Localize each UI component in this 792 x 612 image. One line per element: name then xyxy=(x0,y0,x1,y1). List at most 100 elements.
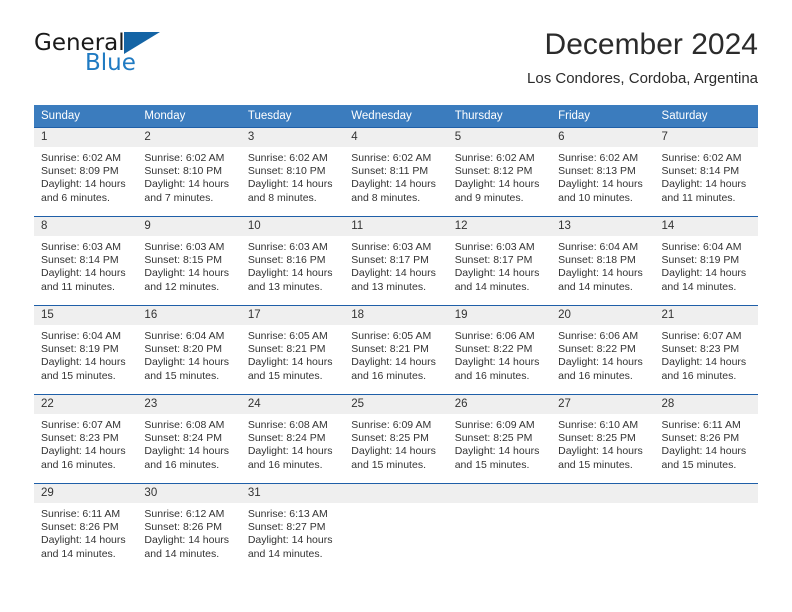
calendar-cell-day[interactable]: 2 Sunrise: 6:02 AM Sunset: 8:10 PM Daylight… xyxy=(137,127,241,216)
day-number: 28 xyxy=(654,395,758,414)
sunset-text: Sunset: 8:15 PM xyxy=(144,254,223,267)
sunset-text: Sunset: 8:26 PM xyxy=(41,521,119,534)
calendar-cell-day[interactable]: 20 Sunrise: 6:06 AM Sunset: 8:22 PM Dayligh… xyxy=(551,305,655,394)
weekday-header-wednesday: Wednesday xyxy=(344,105,448,127)
sunset-text: Sunset: 8:13 PM xyxy=(558,165,636,178)
daylight-text-line2: and 11 minutes. xyxy=(661,191,736,204)
calendar-cell-day[interactable]: 1 Sunrise: 6:02 AM Sunset: 8:09 PM Daylight… xyxy=(34,127,138,216)
day-details: Sunrise: 6:02 AM Sunset: 8:12 PM Daylight:… xyxy=(448,147,551,205)
day-number: 24 xyxy=(240,395,345,414)
day-number: 25 xyxy=(344,395,448,414)
calendar-cell-day[interactable]: 26 Sunrise: 6:09 AM Sunset: 8:25 PM Dayligh… xyxy=(447,394,552,483)
title-block: December 2024 Los Condores, Cordoba, Arg… xyxy=(527,28,758,88)
daylight-text-line1: Daylight: 14 hours xyxy=(41,534,126,547)
day-number: 20 xyxy=(551,306,655,325)
day-cell: 31 Sunrise: 6:13 AM Sunset: 8:27 PM Dayligh… xyxy=(240,483,345,572)
day-details xyxy=(448,503,551,508)
calendar-cell-empty xyxy=(551,483,655,572)
day-cell: 15 Sunrise: 6:04 AM Sunset: 8:19 PM Dayligh… xyxy=(34,305,138,394)
sunrise-text: Sunrise: 6:11 AM xyxy=(661,419,741,431)
calendar-cell-day[interactable]: 15 Sunrise: 6:04 AM Sunset: 8:19 PM Dayligh… xyxy=(34,305,138,394)
day-details: Sunrise: 6:04 AM Sunset: 8:18 PM Daylight:… xyxy=(551,236,654,294)
calendar-cell-day[interactable]: 31 Sunrise: 6:13 AM Sunset: 8:27 PM Dayligh… xyxy=(240,483,345,572)
calendar-cell-day[interactable]: 8 Sunrise: 6:03 AM Sunset: 8:14 PM Daylight… xyxy=(34,216,138,305)
daylight-text-line1: Daylight: 14 hours xyxy=(661,267,747,280)
day-number: 12 xyxy=(447,217,552,236)
day-cell xyxy=(447,483,552,572)
daylight-text-line2: and 15 minutes. xyxy=(247,369,323,382)
daylight-text-line1: Daylight: 14 hours xyxy=(247,445,333,458)
calendar-cell-day[interactable]: 18 Sunrise: 6:05 AM Sunset: 8:21 PM Dayligh… xyxy=(344,305,448,394)
daylight-text-line1: Daylight: 14 hours xyxy=(144,178,230,191)
calendar-cell-empty xyxy=(447,483,552,572)
sunrise-text: Sunrise: 6:02 AM xyxy=(41,152,121,164)
daylight-text-line1: Daylight: 14 hours xyxy=(247,534,333,547)
weekday-header-friday: Friday xyxy=(551,105,655,127)
sunset-text: Sunset: 8:21 PM xyxy=(247,343,326,356)
day-details: Sunrise: 6:04 AM Sunset: 8:19 PM Daylight:… xyxy=(655,236,758,294)
sunrise-text: Sunrise: 6:03 AM xyxy=(144,241,225,253)
calendar-cell-day[interactable]: 22 Sunrise: 6:07 AM Sunset: 8:23 PM Dayligh… xyxy=(34,394,138,483)
calendar-cell-day[interactable]: 9 Sunrise: 6:03 AM Sunset: 8:15 PM Daylight… xyxy=(137,216,241,305)
day-cell xyxy=(344,483,448,572)
sunrise-text: Sunrise: 6:02 AM xyxy=(558,152,639,164)
sunset-text: Sunset: 8:10 PM xyxy=(247,165,326,178)
sunrise-text: Sunrise: 6:03 AM xyxy=(247,241,328,253)
daylight-text-line1: Daylight: 14 hours xyxy=(247,178,333,191)
daylight-text-line1: Daylight: 14 hours xyxy=(41,445,126,458)
calendar-cell-day[interactable]: 28 Sunrise: 6:11 AM Sunset: 8:26 PM Dayligh… xyxy=(654,394,758,483)
calendar-week-row: 8 Sunrise: 6:03 AM Sunset: 8:14 PM Daylight… xyxy=(34,216,758,305)
day-number: 30 xyxy=(137,484,241,503)
calendar-cell-day[interactable]: 24 Sunrise: 6:08 AM Sunset: 8:24 PM Dayligh… xyxy=(240,394,345,483)
calendar-week-row: 22 Sunrise: 6:07 AM Sunset: 8:23 PM Dayligh… xyxy=(34,394,758,483)
daylight-text-line2: and 11 minutes. xyxy=(41,280,115,293)
daylight-text-line1: Daylight: 14 hours xyxy=(661,445,747,458)
calendar-cell-day[interactable]: 12 Sunrise: 6:03 AM Sunset: 8:17 PM Dayligh… xyxy=(447,216,552,305)
calendar-cell-day[interactable]: 30 Sunrise: 6:12 AM Sunset: 8:26 PM Dayligh… xyxy=(137,483,241,572)
day-cell: 9 Sunrise: 6:03 AM Sunset: 8:15 PM Daylight… xyxy=(137,216,241,305)
sunset-text: Sunset: 8:19 PM xyxy=(661,254,740,267)
calendar-header-row: Sunday Monday Tuesday Wednesday Thursday… xyxy=(34,105,758,127)
sunset-text: Sunset: 8:14 PM xyxy=(41,254,119,267)
sunrise-text: Sunrise: 6:12 AM xyxy=(144,508,225,520)
daylight-text-line2: and 15 minutes. xyxy=(41,369,116,382)
day-cell: 2 Sunrise: 6:02 AM Sunset: 8:10 PM Daylight… xyxy=(137,127,241,216)
calendar-cell-day[interactable]: 14 Sunrise: 6:04 AM Sunset: 8:19 PM Dayligh… xyxy=(654,216,758,305)
day-cell: 3 Sunrise: 6:02 AM Sunset: 8:10 PM Daylight… xyxy=(240,127,345,216)
general-blue-logo[interactable]: General Blue xyxy=(34,32,174,88)
calendar-cell-day[interactable]: 11 Sunrise: 6:03 AM Sunset: 8:17 PM Dayligh… xyxy=(344,216,448,305)
calendar-cell-day[interactable]: 17 Sunrise: 6:05 AM Sunset: 8:21 PM Dayligh… xyxy=(240,305,345,394)
day-number: 8 xyxy=(34,217,138,236)
calendar-cell-day[interactable]: 25 Sunrise: 6:09 AM Sunset: 8:25 PM Dayligh… xyxy=(344,394,448,483)
calendar-cell-day[interactable]: 13 Sunrise: 6:04 AM Sunset: 8:18 PM Dayligh… xyxy=(551,216,655,305)
sunset-text: Sunset: 8:10 PM xyxy=(144,165,223,178)
daylight-text-line2: and 14 minutes. xyxy=(247,547,323,560)
day-cell: 11 Sunrise: 6:03 AM Sunset: 8:17 PM Dayligh… xyxy=(344,216,448,305)
day-details: Sunrise: 6:02 AM Sunset: 8:10 PM Daylight:… xyxy=(137,147,240,205)
day-number: 9 xyxy=(137,217,241,236)
calendar-cell-day[interactable]: 23 Sunrise: 6:08 AM Sunset: 8:24 PM Dayligh… xyxy=(137,394,241,483)
day-number: 31 xyxy=(240,484,345,503)
sunrise-text: Sunrise: 6:13 AM xyxy=(247,508,328,520)
sunrise-text: Sunrise: 6:03 AM xyxy=(454,241,535,253)
daylight-text-line2: and 16 minutes. xyxy=(558,369,633,382)
sunset-text: Sunset: 8:25 PM xyxy=(558,432,636,445)
day-number: 3 xyxy=(240,128,345,147)
calendar-cell-day[interactable]: 10 Sunrise: 6:03 AM Sunset: 8:16 PM Dayligh… xyxy=(240,216,345,305)
day-number: 10 xyxy=(240,217,345,236)
calendar-cell-day[interactable]: 29 Sunrise: 6:11 AM Sunset: 8:26 PM Dayligh… xyxy=(34,483,138,572)
calendar-cell-day[interactable]: 21 Sunrise: 6:07 AM Sunset: 8:23 PM Dayligh… xyxy=(654,305,758,394)
calendar-cell-day[interactable]: 19 Sunrise: 6:06 AM Sunset: 8:22 PM Dayligh… xyxy=(447,305,552,394)
calendar-cell-day[interactable]: 16 Sunrise: 6:04 AM Sunset: 8:20 PM Dayligh… xyxy=(137,305,241,394)
calendar-cell-day[interactable]: 7 Sunrise: 6:02 AM Sunset: 8:14 PM Daylight… xyxy=(654,127,758,216)
daylight-text-line1: Daylight: 14 hours xyxy=(558,445,643,458)
calendar-cell-day[interactable]: 4 Sunrise: 6:02 AM Sunset: 8:11 PM Daylight… xyxy=(344,127,448,216)
calendar-cell-day[interactable]: 6 Sunrise: 6:02 AM Sunset: 8:13 PM Daylight… xyxy=(551,127,655,216)
calendar-cell-day[interactable]: 3 Sunrise: 6:02 AM Sunset: 8:10 PM Daylight… xyxy=(240,127,345,216)
calendar-cell-day[interactable]: 27 Sunrise: 6:10 AM Sunset: 8:25 PM Dayligh… xyxy=(551,394,655,483)
sunset-text: Sunset: 8:27 PM xyxy=(247,521,326,534)
daylight-text-line2: and 16 minutes. xyxy=(41,458,116,471)
day-cell: 6 Sunrise: 6:02 AM Sunset: 8:13 PM Daylight… xyxy=(551,127,655,216)
calendar-cell-day[interactable]: 5 Sunrise: 6:02 AM Sunset: 8:12 PM Daylight… xyxy=(447,127,552,216)
daylight-text-line2: and 10 minutes. xyxy=(558,191,633,204)
